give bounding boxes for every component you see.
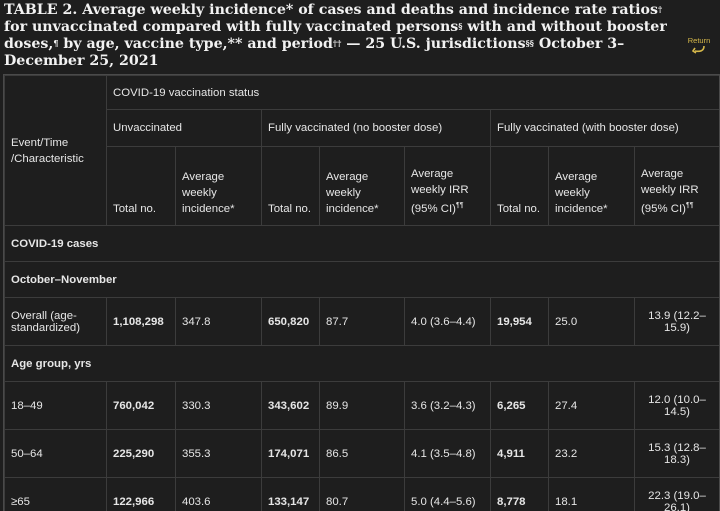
table-row: ≥65 122,966 403.6 133,147 80.7 5.0 (4.4–… (5, 478, 720, 511)
return-arrow-icon (692, 45, 706, 54)
data-table: Event/Time /Characteristic COVID-19 vacc… (4, 75, 720, 511)
cell-booster-avg: 18.1 (549, 478, 635, 511)
col-header-avg: Average weekly incidence* (549, 147, 635, 226)
cell-nobooster-irr: 5.0 (4.4–5.6) (405, 478, 491, 511)
header-row-group: Event/Time /Characteristic COVID-19 vacc… (5, 76, 720, 110)
no-booster-header: Fully vaccinated (no booster dose) (262, 110, 491, 147)
cell-nobooster-total: 133,147 (262, 478, 320, 511)
col-header-irr: Average weekly IRR (95% CI)¶¶ (405, 147, 491, 226)
col-header-total: Total no. (491, 147, 549, 226)
table-container: Event/Time /Characteristic COVID-19 vacc… (3, 74, 720, 511)
table-title: TABLE 2. Average weekly incidence* of ca… (4, 2, 684, 70)
cell-nobooster-irr: 3.6 (3.2–4.3) (405, 382, 491, 430)
unvaccinated-header: Unvaccinated (107, 110, 262, 147)
cell-nobooster-total: 650,820 (262, 298, 320, 346)
cell-unvax-total: 122,966 (107, 478, 176, 511)
cell-booster-total: 6,265 (491, 382, 549, 430)
cell-unvax-avg: 330.3 (176, 382, 262, 430)
section-row: October–November (5, 262, 720, 298)
cell-unvax-avg: 403.6 (176, 478, 262, 511)
cell-booster-irr: 22.3 (19.0–26.1) (635, 478, 720, 511)
row-label: 50–64 (5, 430, 107, 478)
cell-nobooster-avg: 89.9 (320, 382, 405, 430)
section-row: Age group, yrs (5, 346, 720, 382)
return-link[interactable]: Return (683, 36, 715, 52)
cell-booster-avg: 23.2 (549, 430, 635, 478)
age-group-label: Age group, yrs (5, 346, 720, 382)
cell-nobooster-irr: 4.1 (3.5–4.8) (405, 430, 491, 478)
table-row: 50–64 225,290 355.3 174,071 86.5 4.1 (3.… (5, 430, 720, 478)
event-col-header: Event/Time /Characteristic (5, 76, 107, 226)
cell-nobooster-total: 174,071 (262, 430, 320, 478)
col-header-total: Total no. (262, 147, 320, 226)
col-header-avg: Average weekly incidence* (320, 147, 405, 226)
cell-nobooster-avg: 86.5 (320, 430, 405, 478)
table-row: 18–49 760,042 330.3 343,602 89.9 3.6 (3.… (5, 382, 720, 430)
cell-booster-avg: 25.0 (549, 298, 635, 346)
cell-nobooster-avg: 80.7 (320, 478, 405, 511)
cell-booster-total: 4,911 (491, 430, 549, 478)
cell-booster-total: 19,954 (491, 298, 549, 346)
cell-unvax-total: 1,108,298 (107, 298, 176, 346)
cell-booster-irr: 15.3 (12.8–18.3) (635, 430, 720, 478)
cell-unvax-avg: 355.3 (176, 430, 262, 478)
cell-booster-irr: 13.9 (12.2–15.9) (635, 298, 720, 346)
cell-nobooster-total: 343,602 (262, 382, 320, 430)
return-label: Return (688, 36, 711, 45)
row-label: Overall (age-standardized) (5, 298, 107, 346)
header-row-columns: Total no. Average weekly incidence* Tota… (5, 147, 720, 226)
booster-header: Fully vaccinated (with booster dose) (491, 110, 720, 147)
period-label: October–November (5, 262, 720, 298)
col-header-total: Total no. (107, 147, 176, 226)
row-label: 18–49 (5, 382, 107, 430)
table-row: Overall (age-standardized) 1,108,298 347… (5, 298, 720, 346)
col-header-irr: Average weekly IRR (95% CI)¶¶ (635, 147, 720, 226)
cell-booster-total: 8,778 (491, 478, 549, 511)
cell-booster-irr: 12.0 (10.0–14.5) (635, 382, 720, 430)
cell-nobooster-avg: 87.7 (320, 298, 405, 346)
col-header-avg: Average weekly incidence* (176, 147, 262, 226)
row-label: ≥65 (5, 478, 107, 511)
cell-booster-avg: 27.4 (549, 382, 635, 430)
vaccination-status-header: COVID-19 vaccination status (107, 76, 720, 110)
cell-nobooster-irr: 4.0 (3.6–4.4) (405, 298, 491, 346)
header-row-subgroups: Unvaccinated Fully vaccinated (no booste… (5, 110, 720, 147)
cell-unvax-total: 225,290 (107, 430, 176, 478)
cell-unvax-avg: 347.8 (176, 298, 262, 346)
cell-unvax-total: 760,042 (107, 382, 176, 430)
section-row: COVID-19 cases (5, 226, 720, 262)
section-label: COVID-19 cases (5, 226, 720, 262)
